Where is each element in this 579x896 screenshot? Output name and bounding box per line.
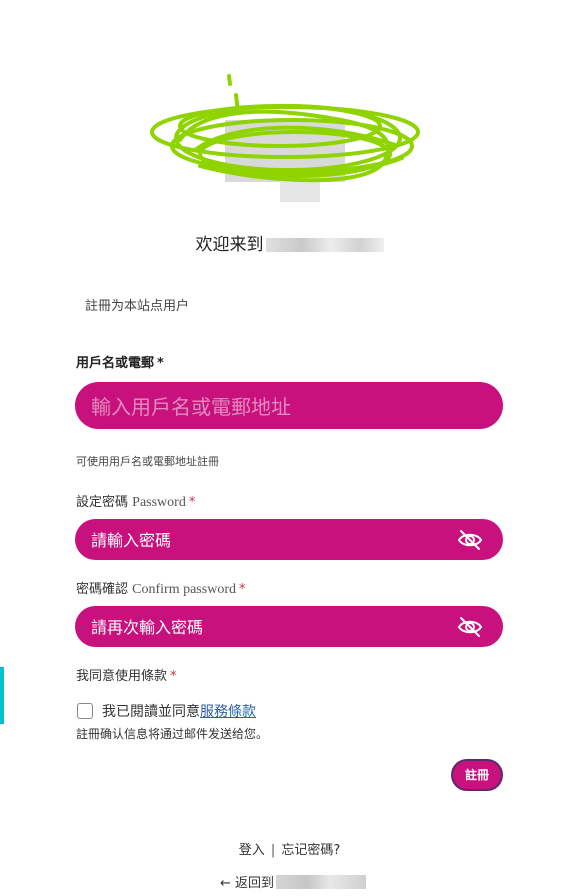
- side-tab[interactable]: [0, 667, 4, 724]
- password-label: 設定密碼 Password *: [76, 495, 196, 510]
- redacted-site-name: [265, 238, 384, 252]
- username-field[interactable]: [75, 382, 503, 431]
- confirm-password-label: 密碼確認 Confirm password *: [76, 582, 246, 597]
- terms-of-service-link[interactable]: 服務條款: [200, 701, 256, 721]
- password-field[interactable]: [75, 519, 503, 562]
- confirm-password-input[interactable]: [89, 606, 433, 649]
- confirm-password-field[interactable]: [75, 606, 503, 649]
- eye-slash-icon[interactable]: [457, 615, 483, 639]
- terms-checkbox-row: 我已閱讀並同意 服務條款: [77, 701, 256, 721]
- username-label: 用戶名或電郵 *: [76, 356, 164, 371]
- terms-label: 我同意使用條款 *: [76, 669, 177, 684]
- confirmation-note: 註冊确认信息将通过邮件发送给您。: [76, 727, 269, 741]
- required-mark: *: [188, 495, 196, 510]
- welcome-text: 欢迎来到: [195, 235, 264, 255]
- redacted-site-name: [276, 874, 367, 889]
- site-logo: [150, 74, 420, 202]
- login-link[interactable]: 登入: [239, 843, 265, 858]
- page-subtitle: 註冊为本站点用户: [85, 299, 190, 314]
- required-mark: *: [238, 582, 246, 597]
- footer-separator: |: [270, 843, 276, 858]
- username-hint: 可使用用戶名或電郵地址註冊: [76, 455, 219, 468]
- required-mark: *: [170, 669, 177, 684]
- back-to-site-link[interactable]: ← 返回到: [220, 872, 367, 891]
- back-link-text: ← 返回到: [220, 876, 275, 891]
- eye-slash-icon[interactable]: [457, 528, 483, 552]
- password-input[interactable]: [89, 519, 433, 562]
- required-mark: *: [157, 356, 164, 371]
- forgot-password-link[interactable]: 忘记密碼?: [281, 843, 340, 858]
- register-button[interactable]: 註冊: [451, 759, 503, 791]
- terms-checkbox-text: 我已閱讀並同意: [102, 704, 200, 720]
- terms-checkbox[interactable]: [77, 703, 93, 719]
- welcome-heading: 欢迎来到: [0, 230, 579, 255]
- username-input[interactable]: [89, 382, 433, 431]
- footer-links: 登入 | 忘记密碼?: [0, 839, 579, 858]
